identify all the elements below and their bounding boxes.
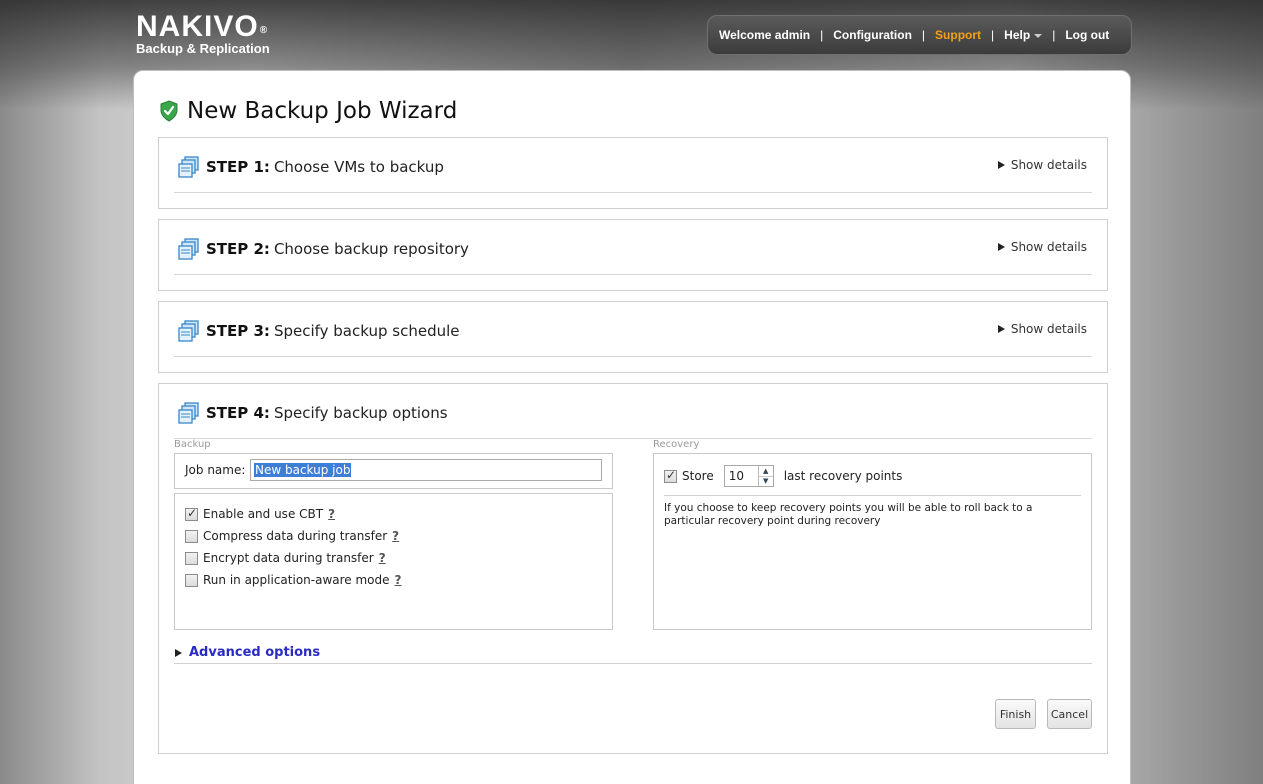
- divider: [174, 192, 1092, 193]
- step-4-label: Specify backup options: [273, 404, 448, 422]
- stepper-down-icon[interactable]: ▼: [758, 475, 773, 487]
- vm-stack-icon: [178, 156, 199, 178]
- show-details-label: Show details: [1010, 322, 1087, 336]
- triangle-right-icon: [997, 243, 1005, 251]
- app-aware-checkbox[interactable]: [185, 573, 198, 587]
- recovery-fieldset: Store 10 ▲ ▼ last recovery points If you…: [653, 453, 1092, 630]
- triangle-right-icon: [997, 325, 1005, 333]
- job-name-label: Job name:: [185, 463, 246, 477]
- backup-legend: Backup: [174, 439, 211, 450]
- nav-support-link[interactable]: Support: [935, 28, 981, 42]
- step-3-show-details[interactable]: Show details: [997, 322, 1087, 336]
- step-3-label: Specify backup schedule: [273, 322, 460, 340]
- logo-name: NAKIVO: [136, 10, 259, 43]
- job-name-input[interactable]: New backup job: [250, 459, 602, 481]
- option-cbt-label: Enable and use CBT: [203, 507, 324, 521]
- nav-separator: |: [1052, 28, 1056, 42]
- triangle-right-icon: [997, 161, 1005, 169]
- wizard-title: New Backup Job Wizard: [187, 98, 458, 124]
- vm-stack-icon: [178, 402, 199, 424]
- job-name-value: New backup job: [254, 463, 352, 477]
- option-app-aware: Run in application-aware mode ?: [185, 573, 402, 587]
- step-2-label: Choose backup repository: [273, 240, 469, 258]
- nav-help-label: Help: [1004, 28, 1031, 42]
- show-details-label: Show details: [1010, 158, 1087, 172]
- welcome-text: Welcome admin: [719, 28, 811, 42]
- option-app-aware-label: Run in application-aware mode: [203, 573, 390, 587]
- wizard-panel: New Backup Job Wizard STEP 1: Choose VMs…: [133, 70, 1131, 784]
- divider: [174, 438, 1092, 439]
- nav-separator: |: [921, 28, 926, 42]
- step-1-header[interactable]: STEP 1: Choose VMs to backup: [178, 156, 444, 178]
- divider: [174, 274, 1092, 275]
- option-encrypt: Encrypt data during transfer ?: [185, 551, 386, 565]
- nav-logout-link[interactable]: Log out: [1065, 28, 1109, 42]
- recovery-points-value[interactable]: 10: [725, 466, 758, 486]
- logo-subtitle: Backup & Replication: [136, 41, 270, 56]
- cancel-button[interactable]: Cancel: [1047, 699, 1092, 729]
- step-2-number: STEP 2:: [206, 240, 270, 258]
- logo-registered-mark: ®: [259, 25, 269, 36]
- divider: [664, 495, 1081, 496]
- store-row: Store 10 ▲ ▼ last recovery points: [664, 465, 902, 487]
- help-icon[interactable]: ?: [379, 551, 386, 565]
- encrypt-checkbox[interactable]: [185, 551, 198, 565]
- recovery-note: If you choose to keep recovery points yo…: [664, 502, 1033, 527]
- compress-checkbox[interactable]: [185, 529, 198, 543]
- step-1-show-details[interactable]: Show details: [997, 158, 1087, 172]
- recovery-legend: Recovery: [653, 439, 700, 450]
- advanced-options-toggle[interactable]: Advanced options: [175, 645, 320, 660]
- step-1-number: STEP 1:: [206, 158, 270, 176]
- step-3-header[interactable]: STEP 3: Specify backup schedule: [178, 320, 460, 342]
- nakivo-logo: NAKIVO® Backup & Replication: [136, 12, 270, 56]
- store-label: Store: [682, 469, 714, 483]
- nav-configuration-link[interactable]: Configuration: [833, 28, 912, 42]
- divider: [174, 356, 1092, 357]
- help-icon[interactable]: ?: [395, 573, 402, 587]
- recovery-points-stepper[interactable]: 10 ▲ ▼: [723, 465, 774, 487]
- stepper-up-icon[interactable]: ▲: [759, 466, 773, 476]
- help-icon[interactable]: ?: [392, 529, 399, 543]
- cbt-checkbox[interactable]: [185, 506, 198, 521]
- help-icon[interactable]: ?: [328, 507, 335, 521]
- step-4-header: STEP 4: Specify backup options: [178, 402, 448, 424]
- top-navigation: Welcome admin | Configuration | Support …: [707, 15, 1132, 55]
- chevron-down-icon: [1034, 33, 1043, 38]
- option-cbt: Enable and use CBT ?: [185, 506, 335, 521]
- nav-separator: |: [991, 28, 995, 42]
- step-2-show-details[interactable]: Show details: [997, 240, 1087, 254]
- step-4-number: STEP 4:: [206, 404, 270, 422]
- step-1-section: STEP 1: Choose VMs to backup Show detail…: [158, 137, 1108, 209]
- advanced-options-label: Advanced options: [189, 645, 321, 660]
- step-2-header[interactable]: STEP 2: Choose backup repository: [178, 238, 469, 260]
- job-name-fieldset: Job name: New backup job: [174, 453, 613, 489]
- shield-check-icon: [160, 100, 178, 122]
- step-4-section: STEP 4: Specify backup options Backup Jo…: [158, 383, 1108, 754]
- nav-help-menu[interactable]: Help: [1004, 28, 1043, 42]
- step-2-section: STEP 2: Choose backup repository Show de…: [158, 219, 1108, 291]
- page-title: New Backup Job Wizard: [159, 98, 457, 124]
- store-checkbox[interactable]: [664, 468, 677, 483]
- recovery-points-label: last recovery points: [783, 469, 903, 483]
- option-compress-label: Compress data during transfer: [203, 529, 388, 543]
- nav-separator: |: [820, 28, 824, 42]
- show-details-label: Show details: [1010, 240, 1087, 254]
- step-1-label: Choose VMs to backup: [273, 158, 444, 176]
- divider: [174, 663, 1092, 664]
- vm-stack-icon: [178, 238, 199, 260]
- option-compress: Compress data during transfer ?: [185, 529, 399, 543]
- backup-options-fieldset: Enable and use CBT ? Compress data durin…: [174, 493, 613, 630]
- finish-button[interactable]: Finish: [995, 699, 1036, 729]
- step-3-number: STEP 3:: [206, 322, 270, 340]
- option-encrypt-label: Encrypt data during transfer: [203, 551, 374, 565]
- triangle-right-icon: [175, 648, 182, 657]
- step-3-section: STEP 3: Specify backup schedule Show det…: [158, 301, 1108, 373]
- vm-stack-icon: [178, 320, 199, 342]
